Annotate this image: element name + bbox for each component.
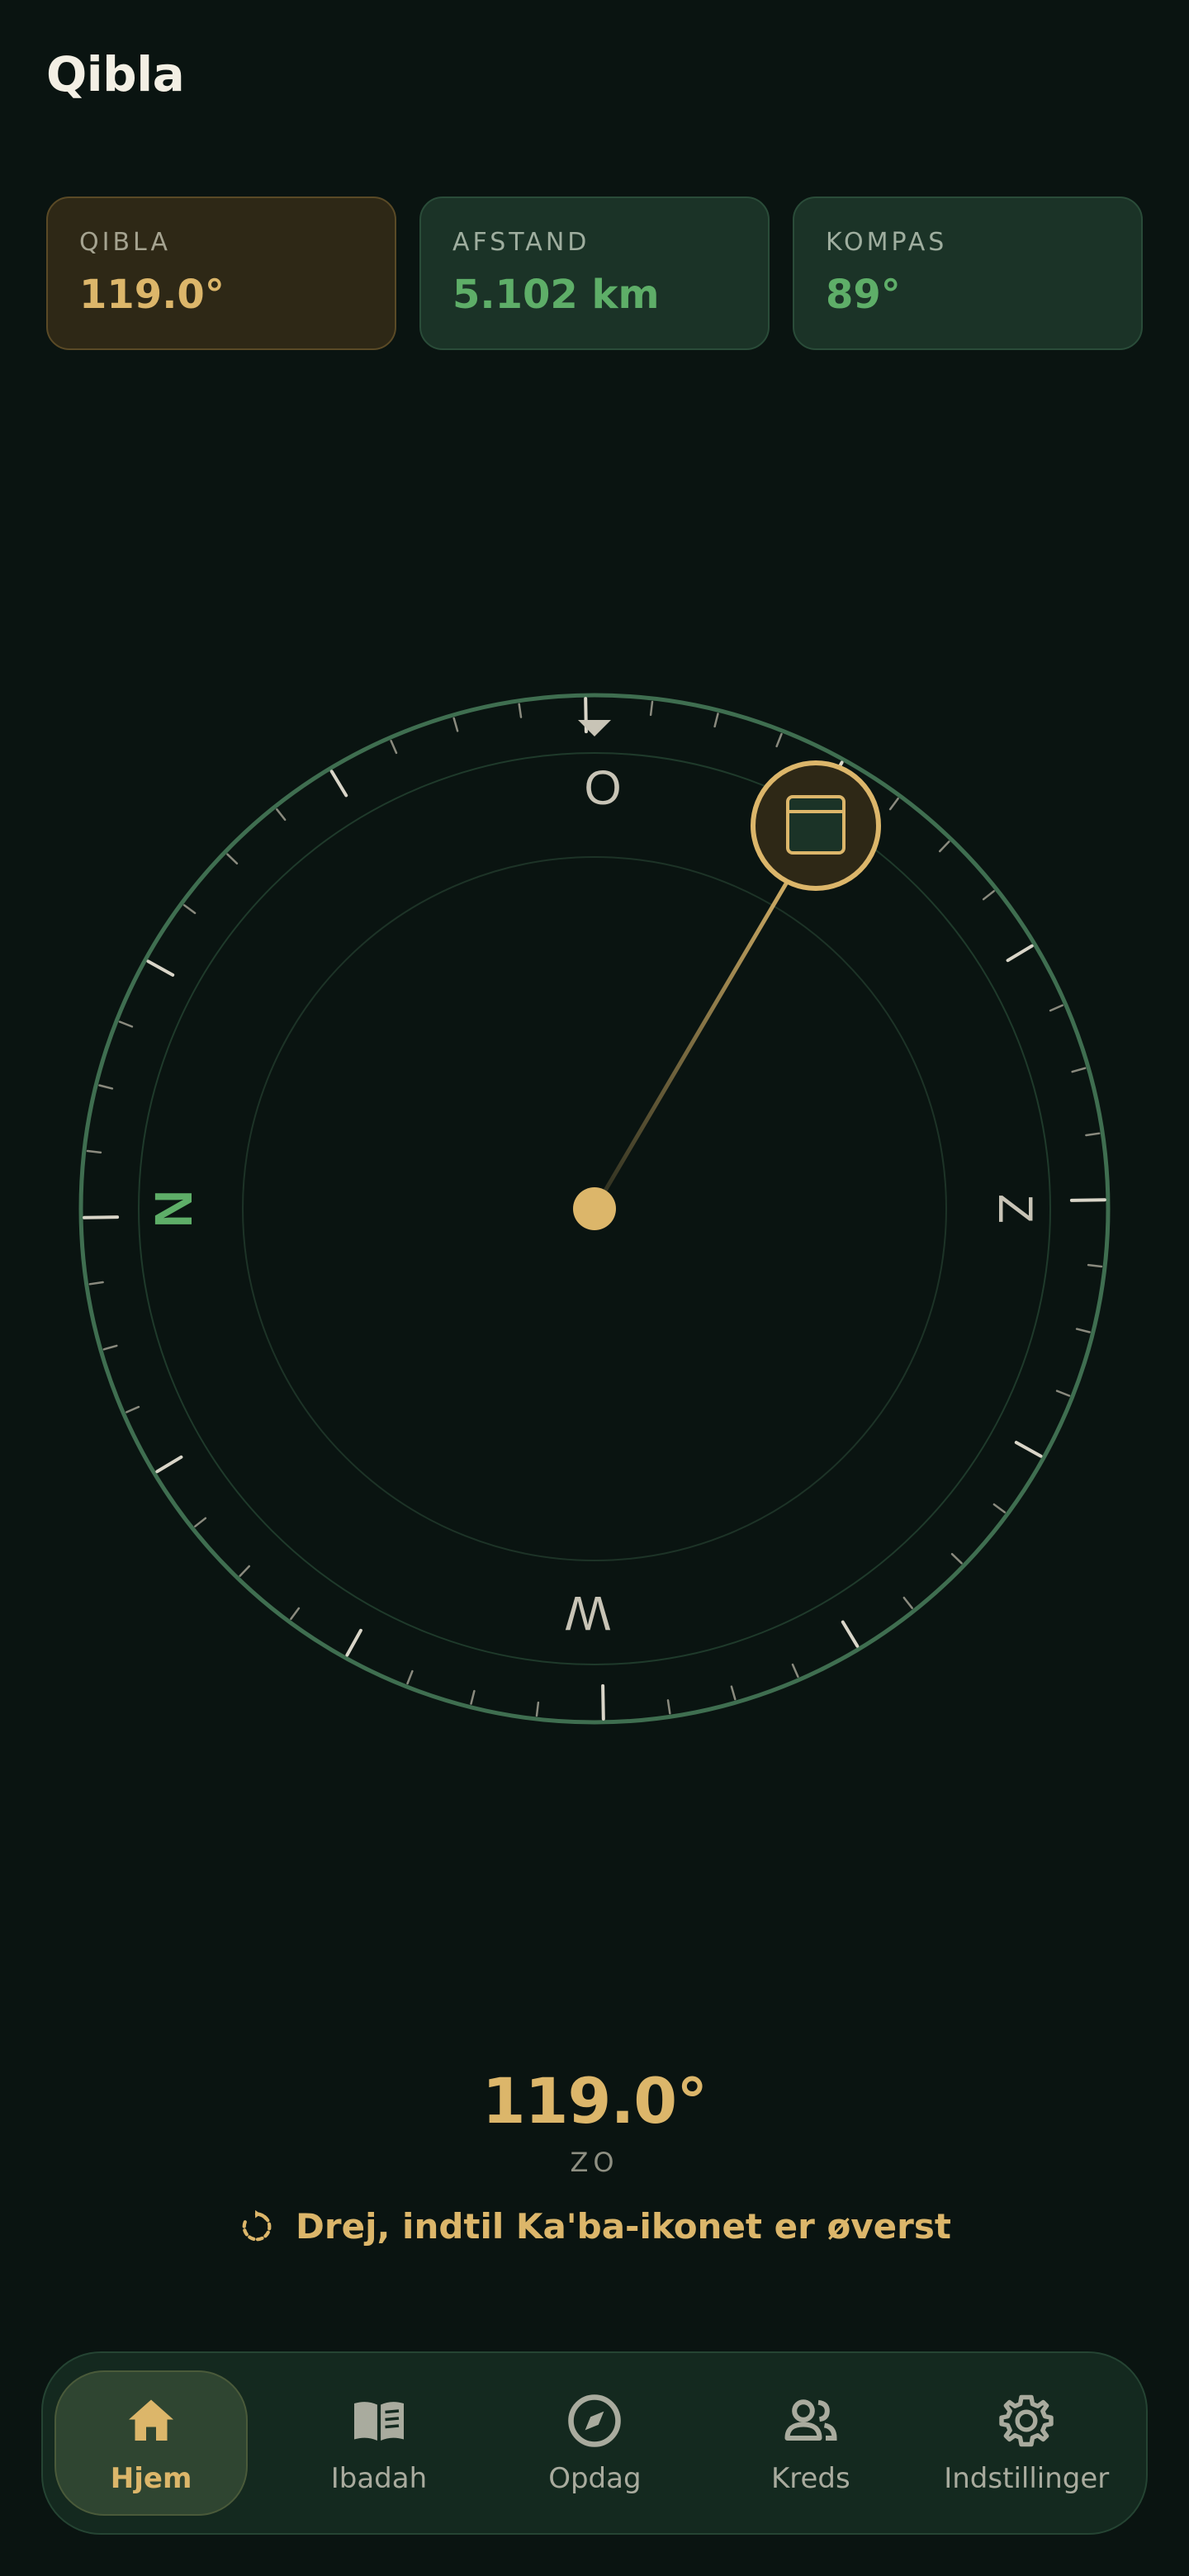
compass-stat-label: KOMPAS [826,228,948,257]
qibla-stat-label: QIBLA [79,228,171,257]
compass-tick [406,1669,414,1685]
compass-tick [118,1020,134,1028]
compass-tick [649,700,654,717]
rotate-hint: Drej, indtil Ka'ba-ikonet er øverst [0,2206,1189,2247]
compass-tick [1087,1263,1103,1268]
compass-tick [329,769,348,798]
compass-tick [345,1628,362,1657]
compass-tick [290,1607,301,1621]
compass-stat-card: KOMPAS 89° [793,197,1143,350]
compass-tick [938,841,950,853]
kaaba-icon[interactable] [751,760,881,891]
cardinal-east: O [584,761,621,815]
compass-tick [452,717,459,732]
compass-tick [1055,1390,1071,1397]
compass-tick [902,1596,913,1609]
qibla-stat-card: QIBLA 119.0° [46,197,396,350]
compass-tick [601,1683,605,1721]
compass-tick [102,1344,118,1351]
qibla-screen: Qibla QIBLA 119.0° AFSTAND 5.102 km KOMP… [0,0,1189,2576]
compass-tick [182,904,197,915]
compass-tick [83,1215,120,1219]
compass-tick [98,1084,114,1090]
compass-tick [126,1405,140,1413]
compass-dial[interactable]: N O Z W [0,677,1189,1750]
compass-tick [155,1455,183,1474]
compass-tick [775,732,783,748]
gear-icon [999,2394,1054,2447]
home-icon [129,2399,174,2441]
compass-tick [982,890,995,901]
compass-tick [1049,1004,1063,1012]
compass-icon [568,2394,622,2447]
compass-tick [950,1552,963,1565]
nav-item-opdag[interactable]: Opdag [487,2370,703,2516]
compass-tick [86,1149,102,1154]
distance-stat-value: 5.102 km [452,272,660,318]
compass-tick [992,1503,1007,1513]
triangle-pointer-icon [578,720,611,736]
compass-tick [713,713,719,728]
nav-label-ibadah: Ibadah [330,2462,428,2495]
compass-tick [791,1663,799,1678]
compass-tick [1071,1067,1087,1073]
heading-degrees: 119.0° [481,2064,708,2138]
nav-label-kreds: Kreds [770,2462,850,2495]
compass-tick [1014,1441,1043,1458]
nav-item-ibadah[interactable]: Ibadah [271,2370,486,2516]
compass-tick [390,740,398,755]
distance-stat-label: AFSTAND [452,228,590,257]
compass-tick [146,959,175,977]
compass-tick [1075,1328,1091,1333]
nav-item-indstillinger[interactable]: Indstillinger [919,2370,1135,2516]
compass-tick [276,808,287,822]
heading-direction: ZO [570,2147,619,2178]
compass-tick [194,1517,207,1527]
qibla-stat-value: 119.0° [79,272,225,318]
rotate-hint-text: Drej, indtil Ka'ba-ikonet er øverst [296,2206,951,2247]
distance-stat-card: AFSTAND 5.102 km [419,197,770,350]
nav-label-indstillinger: Indstillinger [944,2462,1110,2495]
compass-tick [470,1689,476,1705]
compass-tick [1006,944,1034,963]
page-title: Qibla [46,46,185,102]
compass-stat-value: 89° [826,272,901,318]
compass-tick [518,703,523,718]
people-icon [784,2399,837,2441]
cardinal-south: Z [988,1194,1042,1223]
compass-tick [666,1699,671,1715]
compass-tick [239,1565,251,1577]
book-icon [353,2402,404,2441]
cardinal-west: W [565,1586,610,1640]
nav-label-hjem: Hjem [110,2462,192,2495]
bottom-navigation: Hjem Ibadah Opdag Kreds Indstillinger [41,2351,1148,2535]
nav-item-hjem[interactable]: Hjem [54,2370,249,2516]
compass-tick [841,1620,860,1648]
qibla-needle [592,874,793,1210]
compass-tick [730,1685,737,1701]
compass-tick [888,797,899,811]
compass-tick [226,853,239,865]
nav-item-kreds[interactable]: Kreds [703,2370,918,2516]
compass-tick [88,1281,104,1286]
compass-tick [535,1701,540,1717]
nav-label-opdag: Opdag [548,2462,642,2495]
compass-tick [1085,1132,1101,1137]
compass-center-dot [573,1187,616,1230]
cardinal-north: N [144,1190,203,1228]
rotate-icon [242,2209,272,2241]
